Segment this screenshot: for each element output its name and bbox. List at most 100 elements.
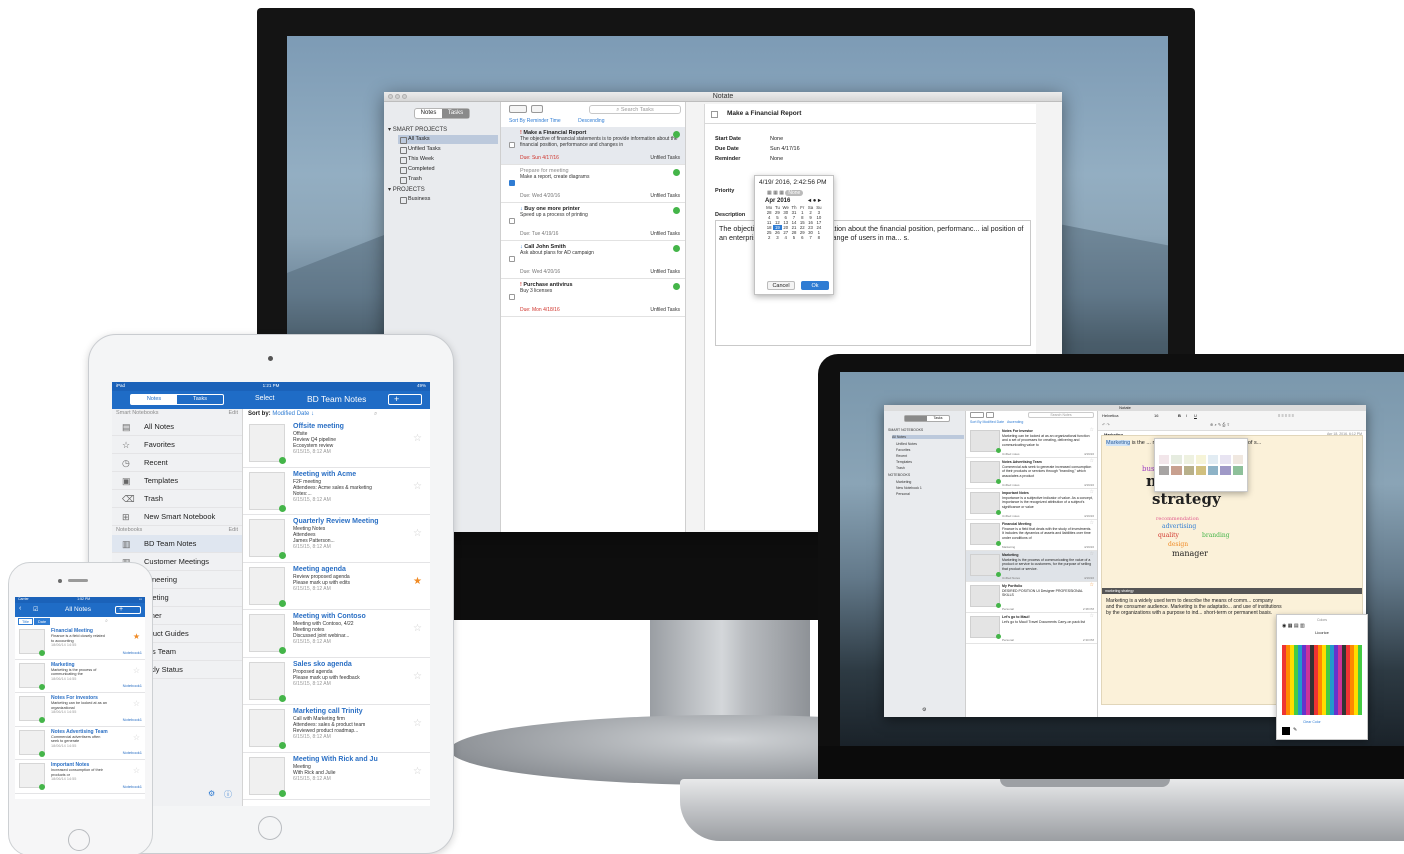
task-checkbox[interactable]: [509, 294, 515, 300]
sidebar-item-unfiled-notes[interactable]: Unfiled Notes: [896, 442, 917, 446]
color-swatch[interactable]: [1232, 466, 1243, 475]
current-color-well[interactable]: [1282, 727, 1290, 735]
tasks-toggle-option[interactable]: Tasks: [177, 395, 223, 404]
note-row[interactable]: Let's go to Maui! Let's go to Maui! Trave…: [966, 613, 1097, 644]
star-icon[interactable]: ☆: [1090, 552, 1094, 557]
smart-projects-header[interactable]: ▾ SMART PROJECTS: [388, 126, 447, 133]
star-icon[interactable]: ☆: [1090, 428, 1094, 433]
sidebar-item-all-notes[interactable]: All Notes: [892, 435, 964, 439]
sidebar-item-all-notes[interactable]: ▤ All Notes: [112, 418, 242, 436]
picker-none-button[interactable]: None: [785, 190, 804, 196]
sidebar-item-favorites[interactable]: ☆ Favorites: [112, 436, 242, 454]
month-nav-icon[interactable]: ◂ ● ▸: [808, 198, 821, 204]
complete-icon[interactable]: [673, 169, 680, 176]
sort-order-selector[interactable]: Descending: [578, 118, 604, 124]
notebook-item[interactable]: ▥ BD Team Notes: [112, 535, 242, 553]
sort-field-selector[interactable]: Sort By Reminder Time: [509, 118, 561, 124]
notes-toggle-option[interactable]: Notes: [415, 109, 442, 118]
star-icon[interactable]: ☆: [413, 766, 422, 776]
sidebar-item-recent[interactable]: ◷ Recent: [112, 454, 242, 472]
font-size-selector[interactable]: 16: [1154, 413, 1158, 418]
calendar-day[interactable]: 8: [815, 235, 823, 240]
insert-tools-icon[interactable]: ⊕ ⌕ ✎ ⎙ ⇪: [1210, 422, 1230, 427]
note-row[interactable]: Notes For Investor Marketing can be looke…: [966, 427, 1097, 458]
eyedropper-icon[interactable]: ✎: [1293, 727, 1297, 734]
star-icon[interactable]: ☆: [1090, 583, 1094, 588]
calendar-day[interactable]: 3: [773, 235, 781, 240]
note-row[interactable]: Notes Advertising Team Commercial ads see…: [966, 458, 1097, 489]
close-icon[interactable]: [388, 94, 393, 99]
cancel-button[interactable]: Cancel: [767, 281, 795, 290]
ok-button[interactable]: Ok: [801, 281, 829, 290]
settings-icon[interactable]: ⚙: [208, 789, 215, 798]
task-row[interactable]: ↓ Buy one more printer Speed up a proces…: [501, 203, 685, 241]
sort-field-selector[interactable]: Modified Date: [272, 411, 309, 417]
color-swatch[interactable]: [1208, 466, 1219, 475]
notes-tasks-toggle[interactable]: Tasks: [904, 415, 950, 422]
projects-header[interactable]: ▾ PROJECTS: [388, 186, 425, 193]
calendar-icon[interactable]: ▦ ▦ ▦: [767, 190, 785, 196]
complete-icon[interactable]: [673, 131, 680, 138]
color-swatch[interactable]: [1195, 455, 1207, 464]
search-icon[interactable]: ⌕: [374, 411, 377, 417]
smart-notebooks-header[interactable]: SMART NOTEBOOKS: [888, 428, 923, 432]
note-row[interactable]: Marketing Marketing is the process of com…: [966, 551, 1097, 582]
note-row[interactable]: Financial Meeting Finance is a field that…: [966, 520, 1097, 551]
task-row[interactable]: ! Make a Financial Report The objective …: [501, 127, 685, 165]
star-icon[interactable]: ☆: [133, 733, 140, 740]
sidebar-item-trash[interactable]: Trash: [896, 466, 905, 470]
sidebar-item-favorites[interactable]: Favorites: [896, 448, 910, 452]
sort-direction-icon[interactable]: ↓: [311, 411, 314, 417]
color-swatch[interactable]: [1183, 455, 1194, 464]
settings-icon[interactable]: ⚙: [922, 707, 926, 713]
search-icon[interactable]: ⌕: [105, 618, 108, 625]
undo-redo-icon[interactable]: ↶ ↷: [1102, 422, 1110, 427]
sidebar-item-all-tasks[interactable]: All Tasks: [398, 135, 498, 144]
sort-field-selector[interactable]: Sort By Modified Date: [970, 420, 1004, 424]
window-controls[interactable]: [388, 94, 408, 100]
tab-date[interactable]: Date: [34, 618, 51, 625]
sidebar-item-unfiled-tasks[interactable]: Unfiled Tasks: [398, 145, 498, 154]
sort-order-selector[interactable]: Ascending: [1007, 420, 1023, 424]
star-icon[interactable]: ☆: [1090, 614, 1094, 619]
new-note-button[interactable]: [970, 412, 984, 418]
task-checkbox[interactable]: [509, 142, 515, 148]
calendar-day[interactable]: 2: [765, 235, 773, 240]
note-row[interactable]: Quarterly Review Meeting Meeting Notes At…: [243, 515, 430, 563]
star-icon[interactable]: ☆: [1090, 490, 1094, 495]
sidebar-item-templates[interactable]: Templates: [896, 460, 912, 464]
sidebar-item-personal[interactable]: Personal: [896, 492, 910, 496]
notes-toggle-option[interactable]: [905, 416, 927, 421]
note-row[interactable]: Meeting agenda Review proposed agenda Ple…: [243, 563, 430, 610]
start-date-row[interactable]: Start Date None: [715, 136, 783, 142]
bold-button[interactable]: B: [1178, 413, 1181, 418]
color-swatches[interactable]: [1155, 439, 1247, 475]
note-row[interactable]: Marketing call Trinity Call with Marketin…: [243, 705, 430, 753]
color-swatch[interactable]: [1171, 466, 1182, 475]
notes-toggle-option[interactable]: Notes: [131, 395, 177, 404]
calendar-day[interactable]: 5: [790, 235, 798, 240]
calendar-day[interactable]: 4: [782, 235, 790, 240]
clear-color-button[interactable]: Clear Color: [1303, 719, 1321, 726]
detail-title[interactable]: Make a Financial Report: [705, 104, 1036, 124]
task-row[interactable]: ! Purchase antivirus Buy 3 licenses Due:…: [501, 279, 685, 317]
color-swatch[interactable]: [1195, 466, 1207, 475]
star-icon[interactable]: ☆: [133, 666, 140, 673]
back-icon[interactable]: ‹: [19, 605, 21, 612]
color-swatch[interactable]: [1220, 466, 1231, 475]
color-swatch[interactable]: [1159, 466, 1170, 475]
sidebar-item-business[interactable]: Business: [398, 195, 498, 204]
new-task-button[interactable]: [509, 105, 527, 113]
sidebar-item-trash[interactable]: ⌫ Trash: [112, 490, 242, 508]
sidebar-item-recent[interactable]: Recent: [896, 454, 907, 458]
font-family-selector[interactable]: Helvetica: [1102, 413, 1118, 418]
edit-notebooks-button[interactable]: Edit: [229, 527, 238, 534]
color-swatch[interactable]: [1183, 466, 1194, 475]
iphone-home-button[interactable]: [68, 829, 90, 851]
note-row[interactable]: Meeting with Acme F2F meeting Attendees: …: [243, 468, 430, 515]
star-icon[interactable]: ☆: [413, 719, 422, 729]
select-checkmark-icon[interactable]: ☑: [33, 606, 38, 613]
calendar-day[interactable]: 6: [798, 235, 806, 240]
star-icon[interactable]: ☆: [413, 624, 422, 634]
sidebar-item-trash[interactable]: Trash: [398, 175, 498, 184]
